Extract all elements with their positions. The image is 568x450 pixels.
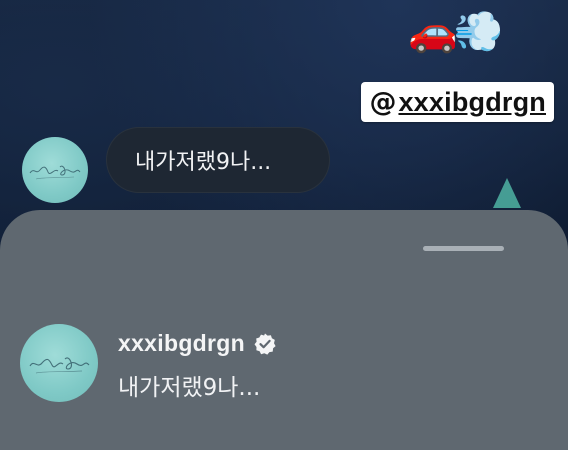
story-reply-bubble[interactable]: 내가저랬9나...: [106, 127, 330, 193]
story-avatar[interactable]: [22, 137, 88, 203]
sheet-avatar[interactable]: [20, 324, 98, 402]
signature-logo-icon: [29, 165, 81, 180]
mention-sticker[interactable]: @ xxxibgdrgn: [361, 82, 554, 122]
sheet-message: 내가저랬9나...: [118, 375, 261, 401]
sheet-username-row: xxxibgdrgn: [118, 330, 277, 357]
threads-icon: @: [369, 86, 397, 118]
reply-bubble-text: 내가저랬9나...: [135, 150, 272, 175]
story-glow-shape: [493, 178, 521, 208]
sheet-username[interactable]: xxxibgdrgn: [118, 330, 245, 357]
signature-logo-icon: [29, 357, 90, 374]
mention-handle[interactable]: xxxibgdrgn: [398, 87, 546, 118]
verified-badge-icon: [254, 333, 276, 355]
car-dash-sticker[interactable]: 🚗💨: [408, 8, 504, 56]
sheet-drag-handle[interactable]: [423, 246, 504, 251]
